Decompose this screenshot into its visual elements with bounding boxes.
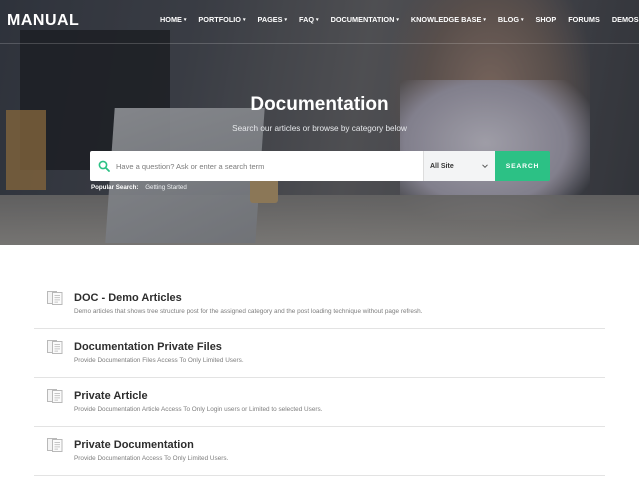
site-logo[interactable]: MANUAL — [7, 12, 79, 30]
article-category-title[interactable]: Private Documentation — [74, 439, 194, 451]
nav-item-blog[interactable]: BLOG ▾ — [498, 15, 524, 24]
hero-banner — [0, 0, 639, 245]
article-category-title[interactable]: Documentation Private Files — [74, 341, 222, 353]
nav-item-pages[interactable]: PAGES ▾ — [258, 15, 288, 24]
nav-item-shop[interactable]: SHOP — [536, 15, 557, 24]
page-title: Documentation — [250, 94, 389, 115]
article-category-title[interactable]: DOC - Demo Articles — [74, 292, 182, 304]
nav-item-label: SHOP — [535, 15, 557, 24]
nav-item-home[interactable]: HOME ▾ — [160, 15, 186, 24]
nav-item-label: FORUMS — [568, 15, 600, 24]
article-category-item: Private Article Provide Documentation Art… — [34, 378, 605, 427]
nav-item-documentation[interactable]: DOCUMENTATION ▾ — [331, 15, 399, 24]
article-category-description: Provide Documentation Access To Only Lim… — [74, 455, 229, 462]
search-icon — [98, 160, 110, 172]
nav-divider — [0, 43, 639, 44]
document-icon — [47, 291, 63, 305]
search-bar — [90, 151, 423, 181]
nav-item-label: HOME — [160, 15, 182, 24]
document-icon — [47, 438, 63, 452]
search-input[interactable] — [116, 161, 416, 171]
article-category-description: Demo articles that shows tree structure … — [74, 308, 423, 315]
article-category-item: DOC - Demo Articles Demo articles that sh… — [34, 280, 605, 329]
nav-item-label: FAQ — [299, 15, 315, 24]
article-category-item: Private Documentation Provide Documentati… — [34, 427, 605, 476]
hero-overlay — [0, 0, 639, 245]
article-category-description: Provide Documentation Files Access To On… — [74, 357, 244, 364]
search-scope-select[interactable]: All Site — [423, 151, 495, 181]
caret-down-icon: ▾ — [483, 17, 486, 23]
caret-down-icon: ▾ — [183, 17, 187, 23]
nav-item-label: PAGES — [257, 15, 283, 24]
nav-item-faq[interactable]: FAQ ▾ — [299, 15, 319, 24]
nav-item-label: DOCUMENTATION — [330, 15, 395, 24]
document-icon — [47, 389, 63, 403]
caret-down-icon: ▾ — [316, 17, 319, 23]
nav-item-label: PORTFOLIO — [198, 15, 241, 24]
chevron-down-icon — [482, 164, 488, 169]
article-list: DOC - Demo Articles Demo articles that sh… — [34, 280, 605, 476]
nav-item-portfolio[interactable]: PORTFOLIO ▾ — [198, 15, 245, 24]
caret-down-icon: ▾ — [243, 17, 246, 23]
caret-down-icon: ▾ — [284, 17, 288, 23]
nav-item-demos[interactable]: DEMOS — [612, 15, 639, 24]
search-scope-value: All Site — [430, 162, 454, 170]
popular-search: Popular Search: Getting Started — [91, 184, 187, 191]
search-button[interactable]: SEARCH — [495, 151, 550, 181]
article-category-description: Provide Documentation Article Access To … — [74, 406, 323, 413]
document-icon — [47, 340, 63, 354]
popular-search-label: Popular Search: — [91, 184, 139, 191]
nav-item-knowledge-base[interactable]: KNOWLEDGE BASE ▾ — [411, 15, 486, 24]
nav-item-label: DEMOS — [611, 15, 639, 24]
caret-down-icon: ▾ — [521, 17, 524, 23]
caret-down-icon: ▾ — [396, 17, 399, 23]
article-category-item: Documentation Private Files Provide Docum… — [34, 329, 605, 378]
nav-item-forums[interactable]: FORUMS — [568, 15, 600, 24]
main-nav: HOME ▾ PORTFOLIO ▾ PAGES ▾ FAQ ▾ DOCUMENTATION ▾ K… — [160, 15, 639, 24]
page-subtitle: Search our articles or browse by categor… — [232, 124, 407, 133]
nav-item-label: KNOWLEDGE BASE — [410, 15, 482, 24]
popular-search-term[interactable]: Getting Started — [145, 184, 187, 191]
nav-item-label: BLOG — [497, 15, 520, 24]
article-category-title[interactable]: Private Article — [74, 390, 148, 402]
